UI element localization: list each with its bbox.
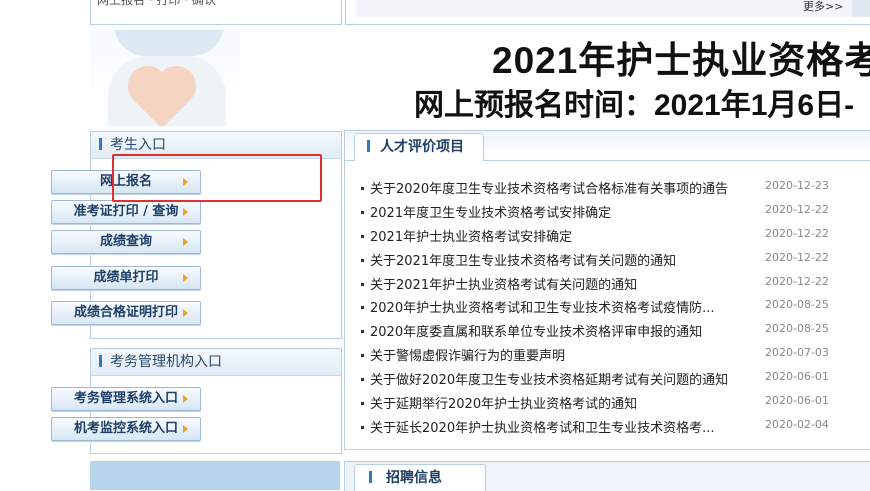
top-right-panel: [345, 0, 870, 25]
news-item[interactable]: 关于2020年度卫生专业技术资格考试合格标准有关事项的通告: [361, 178, 729, 197]
news-item[interactable]: 2020年度委直属和联系单位专业技术资格评审申报的通知: [361, 321, 703, 340]
news-date: 2020-12-22: [765, 251, 829, 264]
top-left-panel: 网上报名 · 打印 · 确认: [90, 0, 342, 25]
admission-ticket-label: 准考证打印 / 查询: [73, 204, 179, 219]
news-date: 2020-08-25: [765, 322, 829, 335]
news-title: 关于延长2020年护士执业资格考试和卫生专业技术资格考...: [370, 421, 715, 436]
news-date: 2020-06-01: [765, 370, 829, 383]
bullet-icon: [361, 378, 364, 381]
pass-certificate-print-label: 成绩合格证明打印: [73, 305, 178, 320]
news-date: 2020-08-25: [765, 298, 829, 311]
banner-nurse-image: [90, 30, 240, 126]
arrow-right-icon: [183, 274, 188, 282]
score-query-label: 成绩查询: [99, 234, 152, 249]
news-date: 2020-06-01: [765, 394, 829, 407]
arrow-right-icon: [183, 208, 188, 216]
score-sheet-print-label: 成绩单打印: [93, 270, 159, 285]
banner-subtitle: 网上预报名时间：2021年1月6日-: [414, 89, 855, 122]
scroll-thumb[interactable]: [852, 0, 870, 17]
news-title: 关于做好2020年度卫生专业技术资格延期考试有关问题的通知: [370, 373, 729, 388]
tab-recruitment[interactable]: 招聘信息: [354, 464, 486, 491]
news-item[interactable]: 关于延长2020年护士执业资格考试和卫生专业技术资格考...: [361, 417, 715, 436]
news-item[interactable]: 2021年度卫生专业技术资格考试安排确定: [361, 202, 612, 221]
news-item[interactable]: 关于2021年度卫生专业技术资格考试有关问题的通知: [361, 250, 677, 269]
nurse-cap: [114, 30, 224, 56]
arrow-right-icon: [183, 395, 188, 403]
tab-label: 人才评价项目: [380, 139, 464, 155]
header-bar-icon: [99, 138, 102, 150]
news-title: 2021年度卫生专业技术资格考试安排确定: [370, 206, 612, 221]
banner-title: 2021年护士执业资格考: [492, 40, 870, 81]
exam-monitor-system-button[interactable]: 机考监控系统入口: [51, 417, 201, 441]
bullet-icon: [361, 187, 364, 190]
news-date: 2020-12-22: [765, 275, 829, 288]
bullet-icon: [361, 211, 364, 214]
bullet-icon: [361, 402, 364, 405]
news-title: 2020年护士执业资格考试和卫生专业技术资格考试疫情防...: [370, 301, 715, 316]
bullet-icon: [361, 259, 364, 262]
header-bar-icon: [99, 355, 102, 367]
news-date: 2020-02-04: [765, 418, 829, 431]
score-sheet-print-button[interactable]: 成绩单打印: [51, 266, 201, 290]
bullet-icon: [361, 306, 364, 309]
highlight-annotation: [112, 154, 322, 202]
exam-admin-system-button[interactable]: 考务管理系统入口: [51, 387, 201, 411]
bullet-icon: [361, 235, 364, 238]
arrow-right-icon: [183, 425, 188, 433]
news-title: 2021年护士执业资格考试安排确定: [370, 230, 573, 245]
more-link[interactable]: 更多>>: [803, 0, 843, 14]
admin-panel-title: 考务管理机构入口: [110, 354, 222, 370]
candidate-panel-title: 考生入口: [110, 137, 166, 153]
bullet-icon: [361, 330, 364, 333]
news-item[interactable]: 关于警惕虚假诈骗行为的重要声明: [361, 345, 566, 364]
tab-talent-evaluation[interactable]: 人才评价项目: [354, 133, 484, 161]
news-item[interactable]: 关于延期举行2020年护士执业资格考试的通知: [361, 393, 638, 412]
admin-panel-header: 考务管理机构入口: [91, 349, 341, 376]
score-query-button[interactable]: 成绩查询: [51, 230, 201, 254]
news-date: 2020-12-23: [765, 179, 829, 192]
news-date: 2020-07-03: [765, 346, 829, 359]
news-item[interactable]: 关于做好2020年度卫生专业技术资格延期考试有关问题的通知: [361, 369, 729, 388]
news-date: 2020-12-22: [765, 227, 829, 240]
pass-certificate-print-button[interactable]: 成绩合格证明打印: [51, 301, 201, 325]
tab-bar-icon: [367, 140, 370, 152]
admission-ticket-button[interactable]: 准考证打印 / 查询: [51, 200, 201, 224]
bullet-icon: [361, 426, 364, 429]
news-date: 2020-12-22: [765, 203, 829, 216]
left-bottom-panel: [90, 461, 340, 490]
top-left-cut-text: 网上报名 · 打印 · 确认: [97, 0, 216, 7]
tab-label: 招聘信息: [386, 470, 442, 486]
exam-monitor-system-label: 机考监控系统入口: [73, 421, 178, 436]
news-title: 关于2020年度卫生专业技术资格考试合格标准有关事项的通告: [370, 182, 729, 197]
bullet-icon: [361, 354, 364, 357]
arrow-right-icon: [183, 238, 188, 246]
arrow-right-icon: [183, 309, 188, 317]
exam-admin-system-label: 考务管理系统入口: [73, 391, 178, 406]
tab-bar-icon: [369, 471, 372, 483]
news-item[interactable]: 2020年护士执业资格考试和卫生专业技术资格考试疫情防...: [361, 297, 715, 316]
news-item[interactable]: 关于2021年护士执业资格考试有关问题的通知: [361, 274, 638, 293]
top-right-inner: [356, 0, 853, 17]
news-title: 关于2021年护士执业资格考试有关问题的通知: [370, 278, 638, 293]
news-title: 关于警惕虚假诈骗行为的重要声明: [370, 349, 566, 364]
bullet-icon: [361, 283, 364, 286]
news-title: 关于2021年度卫生专业技术资格考试有关问题的通知: [370, 254, 677, 269]
news-item[interactable]: 2021年护士执业资格考试安排确定: [361, 226, 573, 245]
news-title: 关于延期举行2020年护士执业资格考试的通知: [370, 397, 638, 412]
news-title: 2020年度委直属和联系单位专业技术资格评审申报的通知: [370, 325, 703, 340]
